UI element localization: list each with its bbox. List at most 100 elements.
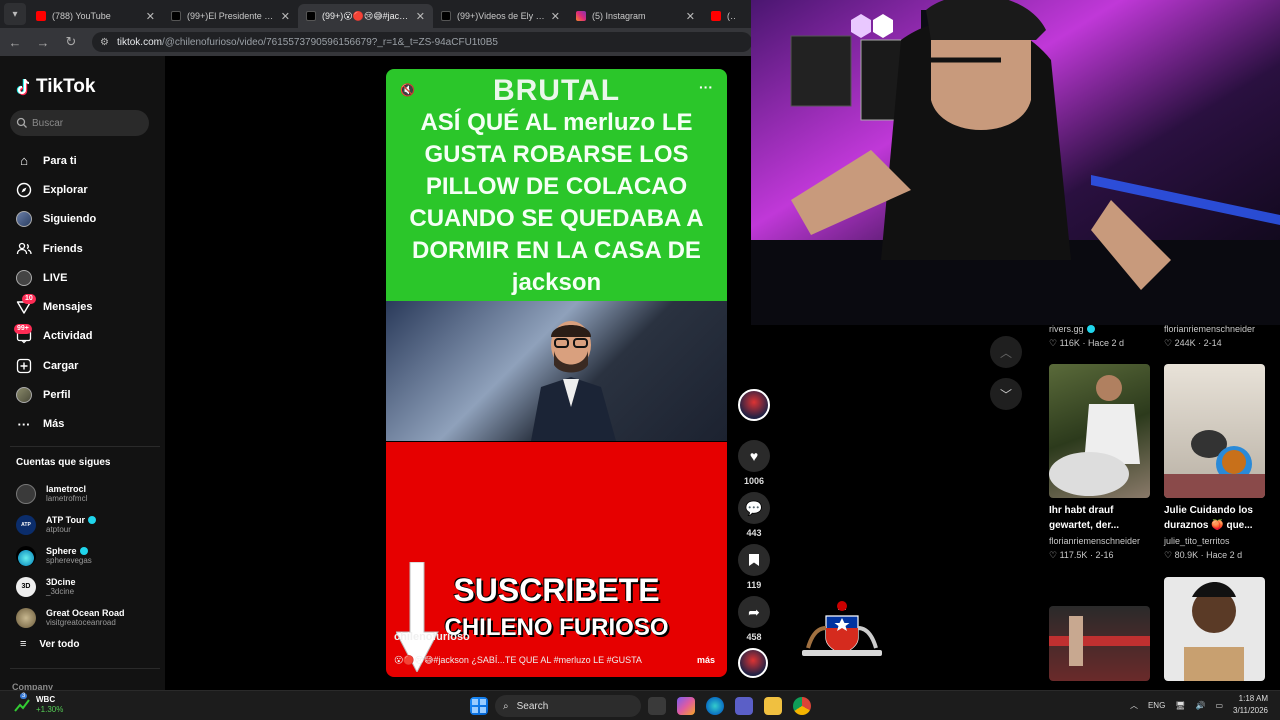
following-item[interactable]: Great Ocean Road visitgreatoceanroad	[16, 602, 165, 633]
url-field[interactable]: ⚙ tiktok.com/@chilenofurioso/video/76155…	[92, 32, 752, 52]
comment-button[interactable]: 💬 443	[738, 492, 770, 538]
browser-tab[interactable]: (788) YouTube ✕	[28, 4, 163, 28]
close-tab-icon[interactable]: ✕	[281, 10, 290, 23]
tiktok-logo[interactable]: TikTok	[16, 76, 95, 98]
see-all-button[interactable]: ≡ Ver todo	[20, 638, 79, 650]
following-name: 3Dcine	[46, 576, 76, 587]
windows-start-icon[interactable]	[470, 697, 488, 715]
taskbar-search-label: Search	[516, 700, 549, 712]
previous-video-button[interactable]: ︿	[990, 336, 1022, 368]
task-view-icon[interactable]	[648, 697, 666, 715]
video-player[interactable]: BRUTAL ASÍ QUÉ AL merluzo LE GUSTA ROBAR…	[386, 69, 727, 677]
close-tab-icon[interactable]: ✕	[686, 10, 695, 23]
sidebar-item-siguiendo[interactable]: Siguiendo	[0, 205, 165, 234]
following-item[interactable]: 3D 3Dcine _3dcine	[16, 571, 165, 602]
network-icon[interactable]: 🖥	[1175, 701, 1185, 710]
file-explorer-icon[interactable]	[764, 697, 782, 715]
rec-user[interactable]: julie_tito_territos	[1164, 536, 1230, 546]
creator-avatar[interactable]	[738, 389, 770, 421]
following-item[interactable]: ATP ATP Tour atptour	[16, 509, 165, 540]
bookmark-icon	[738, 544, 770, 576]
back-arrow-icon[interactable]: ←	[8, 35, 22, 50]
copilot-icon[interactable]	[677, 697, 695, 715]
rec-thumbnail[interactable]	[1049, 364, 1150, 498]
reload-icon[interactable]: ↻	[64, 34, 78, 50]
share-button[interactable]: ➦ 458	[738, 596, 770, 642]
sidebar-item-live[interactable]: LIVE	[0, 263, 165, 292]
tab-title: (5) Instagram	[592, 11, 646, 21]
rec-date: Hace 2 d	[1206, 550, 1243, 560]
sidebar-item-mas[interactable]: ··· Más	[0, 410, 165, 439]
search-input[interactable]: Buscar	[10, 110, 149, 136]
sidebar-item-label: Perfil	[43, 389, 71, 402]
video-author[interactable]: chilenofurioso	[394, 631, 470, 643]
sidebar-item-explorar[interactable]: Explorar	[0, 175, 165, 204]
see-more-link[interactable]: más	[697, 655, 715, 665]
stock-name: WBC	[36, 695, 56, 704]
sidebar-nav: ⌂ Para ti Explorar Siguiendo Friends LIV…	[0, 146, 165, 439]
teams-icon[interactable]	[735, 697, 753, 715]
upload-icon	[16, 358, 32, 374]
rec-thumbnail[interactable]	[1164, 364, 1265, 498]
browser-tab[interactable]: (5) Instagram ✕	[568, 4, 703, 28]
sidebar-item-friends[interactable]: Friends	[0, 234, 165, 263]
like-button[interactable]: ♥ 1006	[738, 440, 770, 486]
rec-date: 2-14	[1203, 338, 1222, 348]
rec-user[interactable]: florianriemenschneider	[1049, 536, 1140, 546]
rec-thumbnail[interactable]	[1049, 606, 1150, 681]
following-handle: lametrofmcl	[46, 493, 88, 503]
chevron-up-icon[interactable]: ︿	[1130, 700, 1138, 711]
tab-title: (99+)😮🔴😢😅#jackso	[322, 10, 410, 21]
music-disc[interactable]	[738, 648, 770, 678]
close-tab-icon[interactable]: ✕	[146, 10, 155, 23]
sidebar-item-mensajes[interactable]: 10 Mensajes	[0, 292, 165, 321]
volume-icon[interactable]: 🔊	[1195, 701, 1205, 710]
rec-thumbnail[interactable]	[1164, 577, 1265, 681]
sidebar-item-para-ti[interactable]: ⌂ Para ti	[0, 146, 165, 175]
rec-title[interactable]: Ihr habt drauf gewartet, der...	[1049, 503, 1153, 533]
sidebar-item-cargar[interactable]: Cargar	[0, 351, 165, 380]
forward-arrow-icon[interactable]: →	[36, 35, 50, 50]
mute-icon[interactable]: 🔇	[400, 83, 415, 97]
avatar: 3D	[16, 576, 36, 597]
verified-icon	[88, 515, 96, 524]
sidebar-item-perfil[interactable]: Perfil	[0, 380, 165, 409]
close-tab-icon[interactable]: ✕	[416, 10, 425, 23]
verified-icon	[1086, 325, 1095, 333]
more-options-icon[interactable]: ···	[699, 79, 713, 95]
browser-tab[interactable]: (99+)Videos de Ely Powur ✕	[433, 4, 568, 28]
next-video-button[interactable]: ﹀	[990, 378, 1022, 410]
stock-widget[interactable]: 3 WBC +1.30%	[14, 693, 63, 715]
compass-icon	[16, 182, 32, 198]
site-info-icon[interactable]: ⚙	[100, 37, 109, 48]
chrome-icon[interactable]	[793, 697, 811, 715]
stock-chart-icon: 3	[14, 693, 30, 713]
following-item[interactable]: Sphere spherevegas	[16, 540, 165, 571]
video-caption-area: BRUTAL ASÍ QUÉ AL merluzo LE GUSTA ROBAR…	[386, 69, 727, 301]
rec-user[interactable]: rivers.gg	[1049, 324, 1095, 334]
video-description: 😮🔴😢😅#jackson ¿SABÍ...TE QUE AL #merluzo …	[394, 655, 642, 665]
chevron-up-icon: ︿	[999, 345, 1012, 360]
video-caption: ASÍ QUÉ AL merluzo LE GUSTA ROBARSE LOS …	[409, 109, 704, 296]
tab-search-dropdown-icon[interactable]: ▾	[4, 3, 26, 25]
sidebar-item-actividad[interactable]: 99+ Actividad	[0, 322, 165, 351]
rec-stats: ♡ 117.5K · 2-16	[1049, 550, 1114, 560]
lang-indicator[interactable]: ENG	[1148, 701, 1165, 710]
rec-title[interactable]: Julie Cuidando los duraznos 🍑 que...	[1164, 503, 1268, 533]
search-placeholder: Buscar	[32, 117, 64, 129]
rec-user[interactable]: florianriemenschneider	[1164, 324, 1255, 334]
taskbar-search[interactable]: ⌕ Search	[495, 695, 641, 717]
battery-icon[interactable]: ▭	[1215, 701, 1223, 710]
following-item[interactable]: lametrocl lametrofmcl	[16, 478, 165, 509]
rec-stats: ♡ 244K · 2-14	[1164, 338, 1222, 348]
close-tab-icon[interactable]: ✕	[551, 10, 560, 23]
youtube-icon	[711, 11, 721, 21]
browser-tab-active[interactable]: (99+)😮🔴😢😅#jackso ✕	[298, 4, 433, 28]
save-button[interactable]: 119	[738, 544, 770, 590]
clock[interactable]: 1:18 AM 3/11/2026	[1233, 693, 1268, 717]
following-handle: visitgreatoceanroad	[46, 617, 116, 627]
edge-icon[interactable]	[706, 697, 724, 715]
rec-likes: 80.9K	[1174, 550, 1199, 560]
browser-tab[interactable]: (99+)El Presidente Gabriel ✕	[163, 4, 298, 28]
browser-tab[interactable]: (78	[703, 4, 743, 28]
